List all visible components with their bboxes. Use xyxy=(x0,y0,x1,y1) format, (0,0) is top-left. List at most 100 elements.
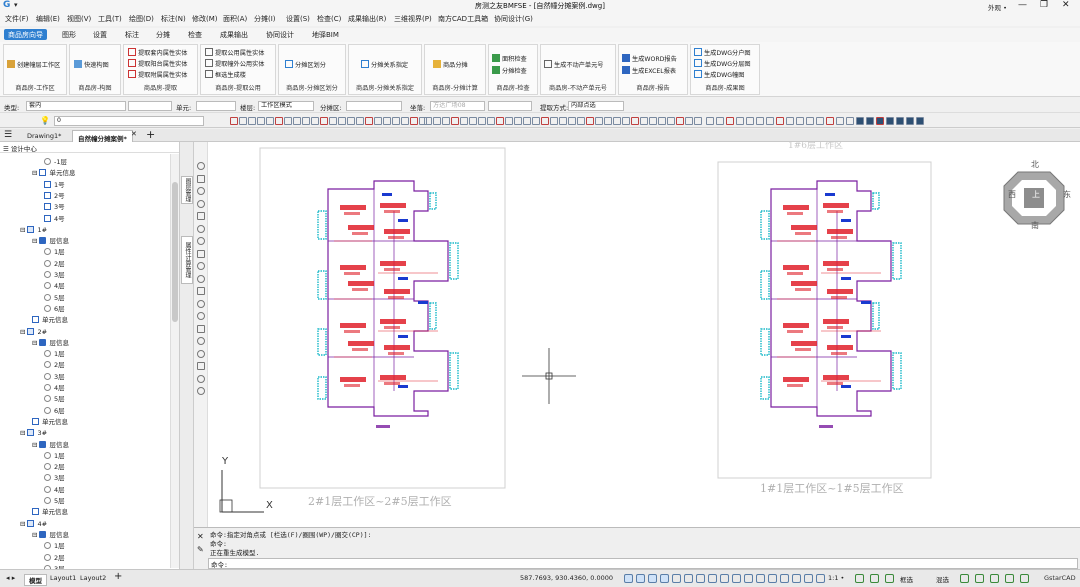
toolbar-tool-icon[interactable] xyxy=(392,117,400,125)
toolbar-tool-icon[interactable] xyxy=(577,117,585,125)
expand-icon[interactable]: ⊟ xyxy=(32,339,37,347)
toolbar-tool-icon[interactable] xyxy=(906,117,914,125)
toolbar-tool-icon[interactable] xyxy=(726,117,734,125)
floor-select[interactable]: 工作区模式 xyxy=(258,101,314,111)
draw-tool-icon[interactable] xyxy=(197,212,205,220)
tree-item[interactable]: 5层 xyxy=(44,293,65,304)
toolbar-tool-icon[interactable] xyxy=(756,117,764,125)
tab-model[interactable]: 模型 xyxy=(24,574,47,586)
tree-item[interactable]: ⊟ 1# xyxy=(20,225,47,236)
expand-icon[interactable]: ⊟ xyxy=(32,531,37,539)
cad-drawing[interactable] xyxy=(208,142,1080,527)
tree-item[interactable]: 6层 xyxy=(44,406,65,417)
menu-modify[interactable]: 修改(M) xyxy=(192,14,218,24)
toolbar-tool-icon[interactable] xyxy=(640,117,648,125)
extract-outside-button[interactable]: 提取幢外公用实体 xyxy=(205,59,265,68)
menu-cad-toolbox[interactable]: 南方CAD工具箱 xyxy=(438,14,488,24)
status-toggle-icon[interactable] xyxy=(744,574,753,583)
draw-tool-icon[interactable] xyxy=(197,162,205,170)
cmd-close-icon[interactable]: ✕ xyxy=(197,532,204,541)
toolbar-tool-icon[interactable] xyxy=(631,117,639,125)
gen-dwg-floor-button[interactable]: 生成DWG分层图 xyxy=(694,59,751,68)
tree-scroll-thumb[interactable] xyxy=(172,182,178,322)
tree-item[interactable]: 4层 xyxy=(44,383,65,394)
menu-share[interactable]: 分摊(I) xyxy=(254,14,276,24)
share-calc-button[interactable]: 商品分摊 xyxy=(433,60,468,69)
area-select[interactable] xyxy=(346,101,402,111)
toolbar-tool-icon[interactable] xyxy=(685,117,693,125)
tree-item[interactable]: 3层 xyxy=(44,270,65,281)
status-tool-icon[interactable] xyxy=(960,574,969,583)
gen-dwg-building-button[interactable]: 生成DWG幢图 xyxy=(694,70,744,79)
tree-item[interactable]: 3层 xyxy=(44,372,65,383)
status-toggle-icon[interactable] xyxy=(816,574,825,583)
toolbar-tool-icon[interactable] xyxy=(746,117,754,125)
search-input[interactable]: 方达广场08 xyxy=(430,101,485,111)
draw-tool-icon[interactable] xyxy=(197,274,205,283)
toolbar-tool-icon[interactable] xyxy=(876,117,884,125)
tree-item[interactable]: 1层 xyxy=(44,541,65,552)
toolbar-tool-icon[interactable] xyxy=(896,117,904,125)
menu-icon[interactable]: ☰ xyxy=(4,130,12,140)
toolbar-tool-icon[interactable] xyxy=(302,117,310,125)
toolbar-tool-icon[interactable] xyxy=(266,117,274,125)
tree-item[interactable]: 5层 xyxy=(44,496,65,507)
toolbar-tool-icon[interactable] xyxy=(460,117,468,125)
tab-layer-manager[interactable]: 图层管理 xyxy=(181,176,193,204)
tree-scrollbar[interactable] xyxy=(170,154,179,568)
draw-tool-icon[interactable] xyxy=(197,324,205,333)
expand-icon[interactable]: ⊟ xyxy=(20,520,25,528)
status-tool-icon[interactable] xyxy=(855,574,864,583)
status-toggle-icon[interactable] xyxy=(708,574,717,583)
toolbar-tool-icon[interactable] xyxy=(826,117,834,125)
create-workspace-button[interactable]: 创建幢层工作区 xyxy=(7,60,60,69)
toolbar-tool-icon[interactable] xyxy=(766,117,774,125)
tree-item[interactable]: 1层 xyxy=(44,247,65,258)
toolbar-tool-icon[interactable] xyxy=(239,117,247,125)
status-toggle-icon[interactable] xyxy=(756,574,765,583)
tab-graphics[interactable]: 图形 xyxy=(62,30,76,41)
tree-item[interactable]: 3号 xyxy=(44,202,65,213)
toolbar-tool-icon[interactable] xyxy=(401,117,409,125)
tree-item[interactable]: 4层 xyxy=(44,485,65,496)
toolbar-tool-icon[interactable] xyxy=(667,117,675,125)
toolbar-tool-icon[interactable] xyxy=(559,117,567,125)
status-toggle-icon[interactable] xyxy=(684,574,693,583)
toolbar-tool-icon[interactable] xyxy=(275,117,283,125)
tree-item[interactable]: ⊟ 4# xyxy=(20,519,47,530)
toolbar-tool-icon[interactable] xyxy=(311,117,319,125)
cmd-settings-icon[interactable]: ✎ xyxy=(197,545,204,554)
toolbar-tool-icon[interactable] xyxy=(736,117,744,125)
toolbar-tool-icon[interactable] xyxy=(374,117,382,125)
tree-item[interactable]: ⊟ 层信息 xyxy=(32,530,69,541)
tree-item[interactable]: ⊟ 层信息 xyxy=(32,440,69,451)
extract-inner-button[interactable]: 提取套内属性实体 xyxy=(128,48,188,57)
menu-view[interactable]: 视图(V) xyxy=(67,14,91,24)
select-mode-mixed[interactable]: 混选 xyxy=(936,574,949,584)
draw-tool-icon[interactable] xyxy=(197,387,205,395)
toolbar-tool-icon[interactable] xyxy=(676,117,684,125)
tab-close-icon[interactable]: ✕ xyxy=(131,130,137,138)
tab-share[interactable]: 分摊 xyxy=(156,30,170,41)
draw-tool-icon[interactable] xyxy=(197,174,205,183)
extract-mode-select[interactable]: 内部点选 xyxy=(568,101,624,111)
draw-tool-icon[interactable] xyxy=(197,187,205,195)
toolbar-tool-icon[interactable] xyxy=(505,117,513,125)
compass-south[interactable]: 南 xyxy=(1031,220,1039,231)
area-check-button[interactable]: 面积检查 xyxy=(492,54,527,63)
status-tool-icon[interactable] xyxy=(975,574,984,583)
tab-settings[interactable]: 设置 xyxy=(93,30,107,41)
toolbar-tool-icon[interactable] xyxy=(796,117,804,125)
type-sub-select[interactable] xyxy=(128,101,172,111)
extract-public-button[interactable]: 提取公用属性实体 xyxy=(205,48,265,57)
toolbar-tool-icon[interactable] xyxy=(433,117,441,125)
toolbar-tool-icon[interactable] xyxy=(230,117,238,125)
toolbar-tool-icon[interactable] xyxy=(487,117,495,125)
gen-unit-number-button[interactable]: 生成不动产单元号 xyxy=(544,60,604,69)
tab-attribute-manager[interactable]: 属性计算管理 xyxy=(181,236,193,284)
toolbar-tool-icon[interactable] xyxy=(424,117,432,125)
tree-item[interactable]: 1层 xyxy=(44,451,65,462)
draw-tool-icon[interactable] xyxy=(197,237,205,245)
toolbar-tool-icon[interactable] xyxy=(347,117,355,125)
menu-file[interactable]: 文件(F) xyxy=(5,14,29,24)
